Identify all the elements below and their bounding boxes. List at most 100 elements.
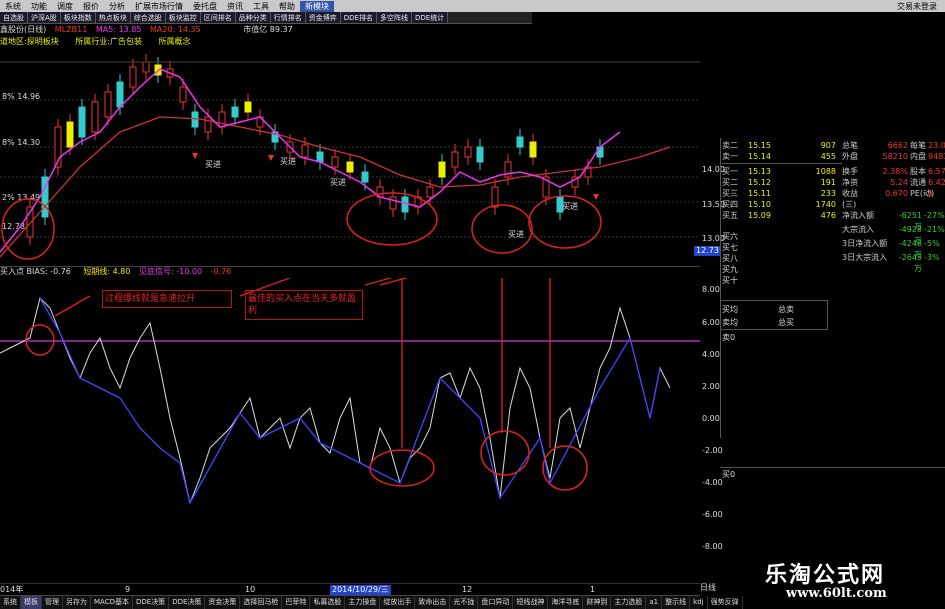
tab-screener[interactable]: 综合选股 bbox=[130, 12, 166, 23]
tab-range-rank[interactable]: 区间排名 bbox=[200, 12, 236, 23]
formula-tab[interactable]: DDE决策 bbox=[133, 596, 170, 609]
current-price-tag: 12.73 bbox=[694, 246, 721, 256]
formula-tab[interactable]: 另存为 bbox=[63, 596, 91, 609]
candlestick-chart[interactable] bbox=[0, 47, 700, 262]
tab-long-short[interactable]: 多空阵线 bbox=[377, 12, 412, 23]
trade-summary-box bbox=[720, 300, 828, 330]
ma20-value: MA20: 14.35 bbox=[150, 25, 201, 34]
highlight-ellipse bbox=[369, 449, 435, 487]
formula-tab[interactable]: 模板 bbox=[21, 596, 42, 609]
formula-tab[interactable]: 巴菲特 bbox=[282, 596, 311, 609]
date-label: 10 bbox=[245, 585, 256, 594]
candle bbox=[142, 61, 150, 73]
formula-tab[interactable]: 整示线 bbox=[662, 596, 691, 609]
candle bbox=[91, 101, 99, 133]
formula-tab[interactable]: 短线战神 bbox=[513, 596, 549, 609]
formula-tab[interactable]: a1 bbox=[646, 596, 663, 609]
date-axis: 014年 9 10 2014/10/29/三 12 1 bbox=[0, 583, 700, 595]
date-label: 12 bbox=[462, 585, 473, 594]
formula-tab[interactable]: 致命出击 bbox=[415, 596, 451, 609]
login-status[interactable]: 交易未登录 bbox=[892, 1, 945, 12]
indicator-chart[interactable] bbox=[0, 278, 700, 580]
highlight-ellipse bbox=[471, 204, 533, 254]
tab-a-shares[interactable]: 沪深A股 bbox=[28, 12, 61, 23]
formula-tab[interactable]: DDE决策 bbox=[169, 596, 206, 609]
indicator-name: MLZB11 bbox=[54, 25, 88, 34]
menu-item-tools[interactable]: 工具 bbox=[248, 1, 274, 12]
tab-sector-index[interactable]: 板块指数 bbox=[60, 12, 96, 23]
formula-tab[interactable]: 绽放出手 bbox=[380, 596, 416, 609]
sub-axis-label: 0.00 bbox=[702, 414, 720, 423]
formula-tab[interactable]: 强势反弹 bbox=[708, 596, 743, 609]
formula-tab[interactable]: 私募选股 bbox=[310, 596, 346, 609]
annotation-box: 过程爆线就是急速拉升 bbox=[102, 290, 232, 308]
tab-rank[interactable]: 行情排名 bbox=[270, 12, 306, 23]
highlight-ellipse bbox=[542, 445, 588, 491]
candle bbox=[116, 81, 124, 108]
formula-tab[interactable]: 财神到 bbox=[583, 596, 612, 609]
menu-item-extended[interactable]: 扩展市场行情 bbox=[130, 1, 188, 12]
tab-dde-rank[interactable]: DDE排名 bbox=[340, 12, 377, 23]
quote-sell-2[interactable]: 卖二 15.15 907 bbox=[722, 140, 842, 151]
indicator-line-white bbox=[0, 297, 671, 505]
market-cap: 市值亿 89.37 bbox=[243, 25, 293, 34]
formula-tab[interactable]: 主力操盘 bbox=[345, 596, 381, 609]
formula-tab[interactable]: 盘口异动 bbox=[478, 596, 514, 609]
tab-dde-stats[interactable]: DDE统计 bbox=[412, 12, 449, 23]
chart-info-line: 鑫股份(日线) MLZB11 MA5: 13.85 MA20: 14.35 市值… bbox=[0, 25, 293, 35]
formula-tab[interactable]: 管理 bbox=[42, 596, 63, 609]
tab-hot-sectors[interactable]: 热点板块 bbox=[95, 12, 131, 23]
candle bbox=[331, 156, 339, 168]
formula-tab[interactable]: 系统 bbox=[0, 596, 21, 609]
region-label: 道地区:探明板块 bbox=[0, 37, 59, 46]
quote-buy-3[interactable]: 买三 15.11 233 bbox=[722, 188, 842, 199]
candle bbox=[438, 161, 446, 178]
candle bbox=[596, 146, 604, 158]
quote-sell-1[interactable]: 卖一 15.14 455 bbox=[722, 151, 842, 162]
menu-item-quote[interactable]: 报价 bbox=[78, 1, 104, 12]
candles-group bbox=[26, 54, 604, 245]
formula-tab[interactable]: 光不拢 bbox=[450, 596, 479, 609]
formula-tab[interactable]: MACD基本 bbox=[91, 596, 133, 609]
menu-item-news[interactable]: 资讯 bbox=[222, 1, 248, 12]
period-label[interactable]: 日线 bbox=[700, 583, 716, 593]
date-label: 014年 bbox=[0, 585, 24, 594]
formula-tab[interactable]: 海洋寻底 bbox=[548, 596, 584, 609]
bottom-signal-label: 见底信号: -10.00 bbox=[139, 267, 203, 276]
sub-axis-label: 8.00 bbox=[702, 285, 720, 294]
candle bbox=[426, 186, 434, 198]
menu-item-help[interactable]: 帮助 bbox=[274, 1, 300, 12]
formula-tab[interactable]: 资金决策 bbox=[205, 596, 241, 609]
candle bbox=[464, 146, 472, 158]
tab-fund-flow[interactable]: 资金博弈 bbox=[305, 12, 341, 23]
candle bbox=[231, 106, 239, 118]
menu-item-function[interactable]: 功能 bbox=[26, 1, 52, 12]
buy0-label: 买0 bbox=[722, 470, 736, 479]
candle bbox=[476, 146, 484, 163]
buy-level-8: 买八 bbox=[722, 254, 738, 263]
buy-arrow-icon bbox=[192, 153, 198, 159]
quote-buy-5[interactable]: 买五 15.09 476 bbox=[722, 210, 842, 221]
quote-buy-4[interactable]: 买四 15.10 1740 bbox=[722, 199, 842, 210]
menu-item-new-module[interactable]: 新模块 bbox=[300, 0, 334, 12]
quote-buy-2[interactable]: 买二 15.12 191 bbox=[722, 177, 842, 188]
buy-label: 买进 bbox=[508, 230, 524, 239]
tab-sector-monitor[interactable]: 板块监控 bbox=[165, 12, 201, 23]
tab-category[interactable]: 品种分类 bbox=[235, 12, 271, 23]
menu-item-schedule[interactable]: 调度 bbox=[52, 1, 78, 12]
buy-label: 买进 bbox=[562, 202, 578, 211]
menu-item-analysis[interactable]: 分析 bbox=[104, 1, 130, 12]
quote-buy-1[interactable]: 买一 15.13 1088 bbox=[722, 166, 842, 177]
sub-axis-label: 6.00 bbox=[702, 318, 720, 327]
menu-item-system[interactable]: 系统 bbox=[0, 1, 26, 12]
formula-tab[interactable]: 主力选股 bbox=[611, 596, 647, 609]
menu-item-order[interactable]: 委托盘 bbox=[188, 1, 222, 12]
chart-info-line-2: 道地区:探明板块 所属行业:广告包装 所属概念 bbox=[0, 37, 191, 47]
trading-window: { "menu":{"items":["系统","功能","调度","报价","… bbox=[0, 0, 945, 609]
candle bbox=[204, 116, 212, 133]
selected-date[interactable]: 2014/10/29/三 bbox=[330, 585, 391, 595]
formula-tab[interactable]: 选择回马枪 bbox=[240, 596, 283, 609]
tab-watchlist[interactable]: 自选股 bbox=[0, 12, 28, 23]
formula-tab[interactable]: kdj bbox=[690, 596, 708, 609]
candle bbox=[104, 91, 112, 118]
